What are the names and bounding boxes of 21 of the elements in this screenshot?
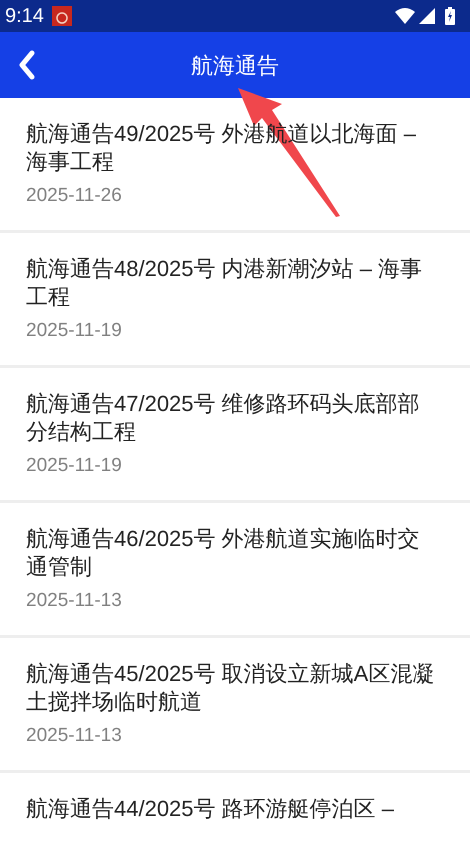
status-time: 9:14 (5, 4, 44, 29)
notice-date: 2025-11-26 (26, 184, 123, 208)
notice-title: 航海通告46/2025号 外港航道实施临时交通管制 (26, 525, 421, 581)
signal-icon (419, 8, 435, 24)
notice-item[interactable]: 航海通告48/2025号 内港新潮汐站 – 海事工程 2025-11-19 (0, 233, 470, 368)
notice-title: 航海通告45/2025号 取消设立新城A区混凝土搅拌场临时航道 (26, 660, 436, 716)
battery-icon (445, 7, 455, 25)
notice-title: 航海通告47/2025号 维修路环码头底部部分结构工程 (26, 390, 421, 446)
page-title: 航海通告 (191, 52, 279, 80)
notice-date: 2025-11-13 (26, 589, 123, 613)
notice-title: 航海通告48/2025号 内港新潮汐站 – 海事工程 (26, 255, 424, 311)
notice-item[interactable]: 航海通告47/2025号 维修路环码头底部部分结构工程 2025-11-19 (0, 368, 470, 503)
app-notification-icon (52, 6, 72, 26)
notice-date: 2025-11-19 (26, 319, 123, 343)
wifi-icon (395, 8, 415, 24)
notice-date: 2025-11-19 (26, 454, 123, 478)
notice-item[interactable]: 航海通告45/2025号 取消设立新城A区混凝土搅拌场临时航道 2025-11-13 (0, 638, 470, 773)
notice-date: 2025-11-13 (26, 724, 123, 748)
notice-item[interactable]: 航海通告46/2025号 外港航道实施临时交通管制 2025-11-13 (0, 503, 470, 638)
notice-item[interactable]: 航海通告44/2025号 路环游艇停泊区 – (0, 773, 470, 843)
notice-title: 航海通告44/2025号 路环游艇停泊区 – (26, 795, 395, 823)
